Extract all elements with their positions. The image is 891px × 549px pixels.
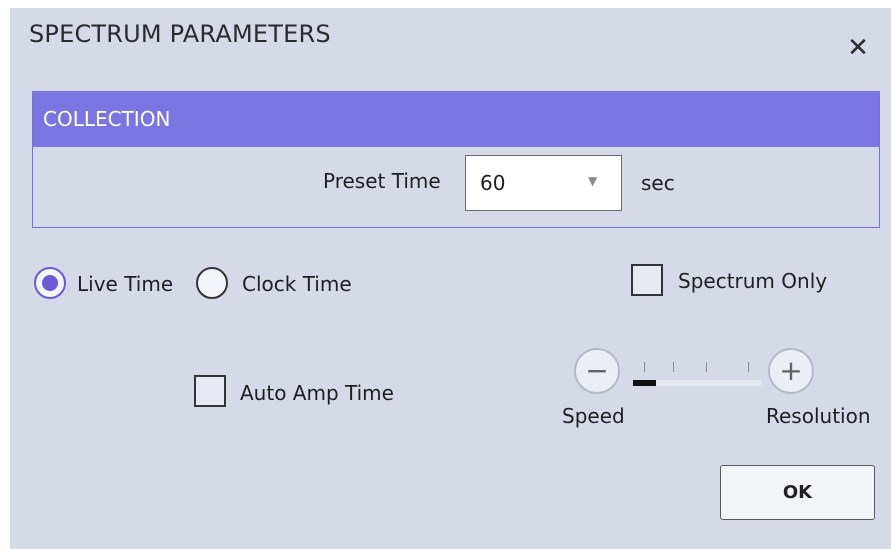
speed-label: Speed [562,404,625,428]
chevron-down-icon: ▼ [588,174,598,188]
radio-clock-time[interactable] [196,267,228,299]
resolution-increase-button[interactable]: + [768,348,814,394]
dialog-title: SPECTRUM PARAMETERS [29,20,331,48]
plus-icon: + [779,354,803,387]
spectrum-parameters-dialog: SPECTRUM PARAMETERS ✕ COLLECTION Preset … [10,8,891,549]
spectrum-only-label[interactable]: Spectrum Only [678,269,827,293]
speed-decrease-button[interactable]: − [574,348,620,394]
speed-resolution-slider[interactable] [633,380,761,386]
collection-header: COLLECTION [33,92,879,147]
spectrum-only-checkbox[interactable] [631,264,663,296]
radio-label-live-time[interactable]: Live Time [77,272,173,296]
radio-selected-dot [42,275,58,291]
ok-button[interactable]: OK [720,465,875,520]
preset-time-unit: sec [641,171,675,195]
resolution-label: Resolution [766,404,871,428]
preset-time-value: 60 [480,171,506,195]
slider-tick [673,362,674,372]
radio-live-time[interactable] [34,267,66,299]
slider-tick [748,362,749,372]
preset-time-label: Preset Time [323,169,441,193]
auto-amp-time-label[interactable]: Auto Amp Time [240,381,394,405]
close-icon: ✕ [847,33,869,63]
preset-time-select[interactable]: 60 ▼ [465,155,622,211]
collection-panel: COLLECTION Preset Time 60 ▼ sec [32,91,880,228]
auto-amp-time-checkbox[interactable] [194,375,226,407]
minus-icon: − [585,354,609,387]
slider-thumb[interactable] [633,380,656,386]
slider-tick [644,362,645,372]
close-button[interactable]: ✕ [840,30,876,66]
radio-label-clock-time[interactable]: Clock Time [242,272,352,296]
slider-tick [706,362,707,372]
